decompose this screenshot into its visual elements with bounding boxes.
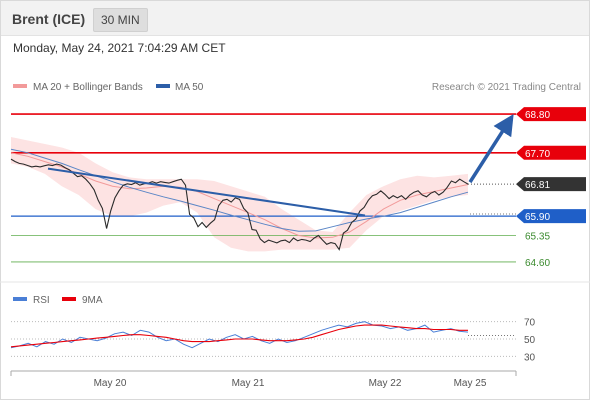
level-label-64.60: 64.60 [525, 258, 550, 269]
current-price-label: 66.81 [525, 180, 550, 191]
x-tick-label: May 25 [454, 378, 487, 389]
rsi-tick-70: 70 [524, 318, 536, 329]
x-tick-label: May 21 [232, 378, 265, 389]
rsi-tick-50: 50 [524, 335, 536, 346]
legend-rsi-label: RSI [33, 295, 50, 306]
legend-rsi-ma-label: 9MA [82, 295, 103, 306]
level-label-65.90: 65.90 [525, 212, 550, 223]
rsi-ma-line [10, 324, 468, 348]
bollinger-band [11, 137, 468, 252]
legend-ma50-swatch [156, 84, 170, 88]
level-label-65.35: 65.35 [525, 232, 550, 243]
legend-ma20-label: MA 20 + Bollinger Bands [33, 82, 143, 93]
legend-rsi-swatch [13, 297, 27, 301]
x-tick-label: May 20 [94, 378, 127, 389]
legend-ma50-label: MA 50 [175, 82, 204, 93]
level-label-67.70: 67.70 [525, 149, 550, 160]
legend-rsi-ma-swatch [62, 297, 76, 301]
rsi-line [10, 321, 469, 349]
rsi-tick-30: 30 [524, 352, 536, 363]
legend-ma20-swatch [13, 84, 27, 88]
x-tick-label: May 22 [369, 378, 402, 389]
copyright-text: Research © 2021 Trading Central [432, 82, 581, 93]
level-label-68.80: 68.80 [525, 110, 550, 121]
chart-canvas: MA 20 + Bollinger Bands MA 50 Research ©… [0, 82, 590, 389]
